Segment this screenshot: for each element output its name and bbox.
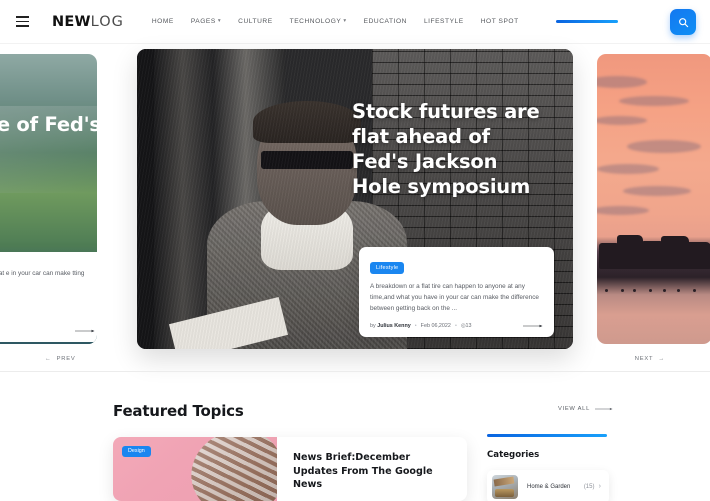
search-button[interactable] [670,9,696,35]
featured-article-title[interactable]: News Brief:December Updates From The Goo… [293,451,454,492]
nav-item-technology[interactable]: TECHNOLOGY ▾ [290,18,347,25]
meta-date: Feb 06,2022 [420,323,451,329]
category-badge[interactable]: Design [122,446,151,457]
site-header: NEWLOG HOME PAGES ▾ CULTURE TECHNOLOGY ▾… [0,0,710,44]
arrow-right-icon[interactable] [75,328,95,334]
nav-label: HOME [151,18,174,25]
site-logo[interactable]: NEWLOG [52,14,124,30]
sidebar-item-home-garden[interactable]: Home & Garden (15) › [487,469,609,501]
slider-prev-label: PREV [56,356,76,362]
home-garden-thumb [492,474,518,499]
arrow-right-icon [595,407,613,411]
nav-label: HOT SPOT [480,18,519,25]
featured-topics-header: Featured Topics VIEW ALL [113,402,613,420]
slide-card-next[interactable] [597,54,710,344]
slider-next-label: NEXT [634,356,654,362]
nav-item-culture[interactable]: CULTURE [238,18,273,25]
slide-image-right [597,54,710,344]
chevron-down-icon: ▾ [217,17,222,24]
page-root: NEWLOG HOME PAGES ▾ CULTURE TECHNOLOGY ▾… [0,0,710,501]
featured-article-thumbnail: Design [113,437,277,501]
hero-slider: res are of Fed's ole m an happen to anyo… [0,44,710,350]
meta-separator: • [454,323,457,329]
featured-article-body: News Brief:December Updates From The Goo… [277,437,467,501]
sidebar-heading: Categories [487,449,540,460]
slide-excerpt-left: an happen to anyone at e in your car can… [0,270,85,277]
slide-meta-center: by Julius Kenny • Feb 06,2022 • ◎ 13 [370,323,543,329]
chevron-down-icon: ▾ [343,17,347,24]
nav-label: TECHNOLOGY [289,18,342,25]
view-all-link[interactable]: VIEW ALL [558,406,613,412]
slide-excerpt-center: A breakdown or a flat tire can happen to… [370,283,539,313]
slide-excerpt-card-center: Lifestyle A breakdown or a flat tire can… [359,247,554,337]
nav-item-lifestyle[interactable]: LIFESTYLE [424,18,464,25]
arrow-right-icon[interactable] [523,323,543,329]
meta-separator: • [414,323,417,329]
featured-article-card[interactable]: Design News Brief:December Updates From … [113,437,467,501]
slider-navigation: ← PREV NEXT → [0,356,710,372]
pinecone-illustration [183,437,277,501]
slider-prev-button[interactable]: ← PREV [45,356,76,362]
slide-title-left: res are of Fed's ole m [0,113,97,136]
nav-label: CULTURE [238,18,273,25]
logo-bold-text: NEW [52,13,91,30]
meta-author-prefix: by [370,323,376,329]
categories-sidebar: Categories Home & Garden (15) › [487,434,609,501]
nav-item-pages[interactable]: PAGES ▾ [191,18,221,25]
slide-excerpt-card-left: an happen to anyone at e in your car can… [0,252,97,342]
logo-light-text: LOG [90,13,124,30]
sidebar-accent-rule [487,434,607,437]
meta-author[interactable]: Julius Kenny [377,323,411,329]
nav-item-hot-spot[interactable]: HOT SPOT [481,18,519,25]
slide-title-center: Stock futures are flat ahead of Fed's Ja… [352,100,540,199]
nav-label: LIFESTYLE [423,18,464,25]
slider-next-button[interactable]: NEXT → [635,356,665,362]
slide-card-active[interactable]: Stock futures are flat ahead of Fed's Ja… [137,49,573,349]
slide-meta-left: 13 [0,328,95,334]
nav-label: EDUCATION [363,18,407,25]
nav-item-education[interactable]: EDUCATION [364,18,407,25]
nav-item-home[interactable]: HOME [152,18,174,25]
nav-accent-rule [555,20,618,23]
arrow-right-icon: → [658,356,665,362]
category-badge[interactable]: Lifestyle [370,262,405,274]
meta-comment-count: 13 [465,323,472,329]
category-count: (15) [583,483,595,490]
nav-label: PAGES [190,18,216,25]
chevron-right-icon: › [598,483,601,491]
section-divider [0,371,710,372]
arrow-left-icon: ← [45,356,52,362]
page-title: Featured Topics [113,402,244,420]
search-icon [678,17,688,27]
category-label: Home & Garden [527,483,571,490]
slide-card-previous[interactable]: res are of Fed's ole m an happen to anyo… [0,54,97,344]
view-all-label: VIEW ALL [557,406,590,412]
main-navigation: HOME PAGES ▾ CULTURE TECHNOLOGY ▾ EDUCAT… [152,18,618,25]
hamburger-icon[interactable] [16,16,29,27]
